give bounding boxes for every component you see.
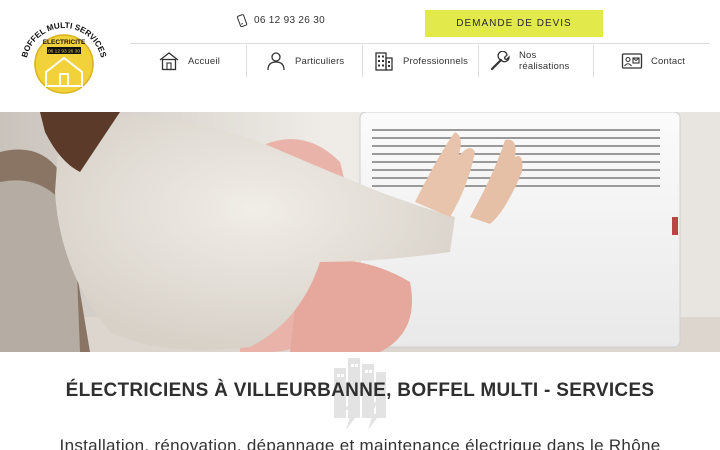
page-headline: ÉLECTRICIENS À VILLEURBANNE, BOFFEL MULT… — [65, 380, 655, 401]
nav-item-contact[interactable]: Contact — [594, 45, 694, 77]
nav-item-accueil[interactable]: Accueil — [145, 45, 247, 77]
wrench-icon — [490, 51, 510, 71]
nav-item-particuliers[interactable]: Particuliers — [247, 45, 363, 77]
site-logo[interactable]: BOFFEL MULTI SERVICES ELECTRICITE 06 12 … — [18, 14, 110, 96]
phone-icon — [236, 14, 248, 27]
home-icon — [159, 52, 179, 71]
nav-label-particuliers: Particuliers — [295, 55, 345, 67]
quote-request-button[interactable]: DEMANDE DE DEVIS — [425, 10, 603, 37]
nav-label-contact: Contact — [651, 55, 686, 67]
page-subheadline: Installation, rénovation, dépannage et m… — [59, 436, 661, 450]
logo-phone: 06 12 93 26 30 — [48, 49, 80, 55]
phone-link[interactable]: 06 12 93 26 30 — [236, 14, 325, 27]
nav-label-professionnels: Professionnels — [403, 55, 469, 67]
nav-item-realisations[interactable]: Nos réalisations — [479, 45, 594, 77]
top-bar: 06 12 93 26 30 DEMANDE DE DEVIS — [130, 0, 710, 44]
building-icon — [375, 52, 393, 71]
contact-card-icon — [621, 53, 643, 69]
person-icon — [267, 52, 285, 71]
nav-label-accueil: Accueil — [188, 55, 221, 67]
logo-tagline: ELECTRICITE — [43, 39, 86, 46]
nav-label-realisations: Nos réalisations — [519, 50, 570, 72]
phone-number[interactable]: 06 12 93 26 30 — [254, 15, 325, 26]
nav-item-professionnels[interactable]: Professionnels — [363, 45, 479, 77]
main-nav: Accueil Particuliers Professionnels Nos … — [145, 45, 694, 77]
hero-photo — [0, 112, 720, 352]
